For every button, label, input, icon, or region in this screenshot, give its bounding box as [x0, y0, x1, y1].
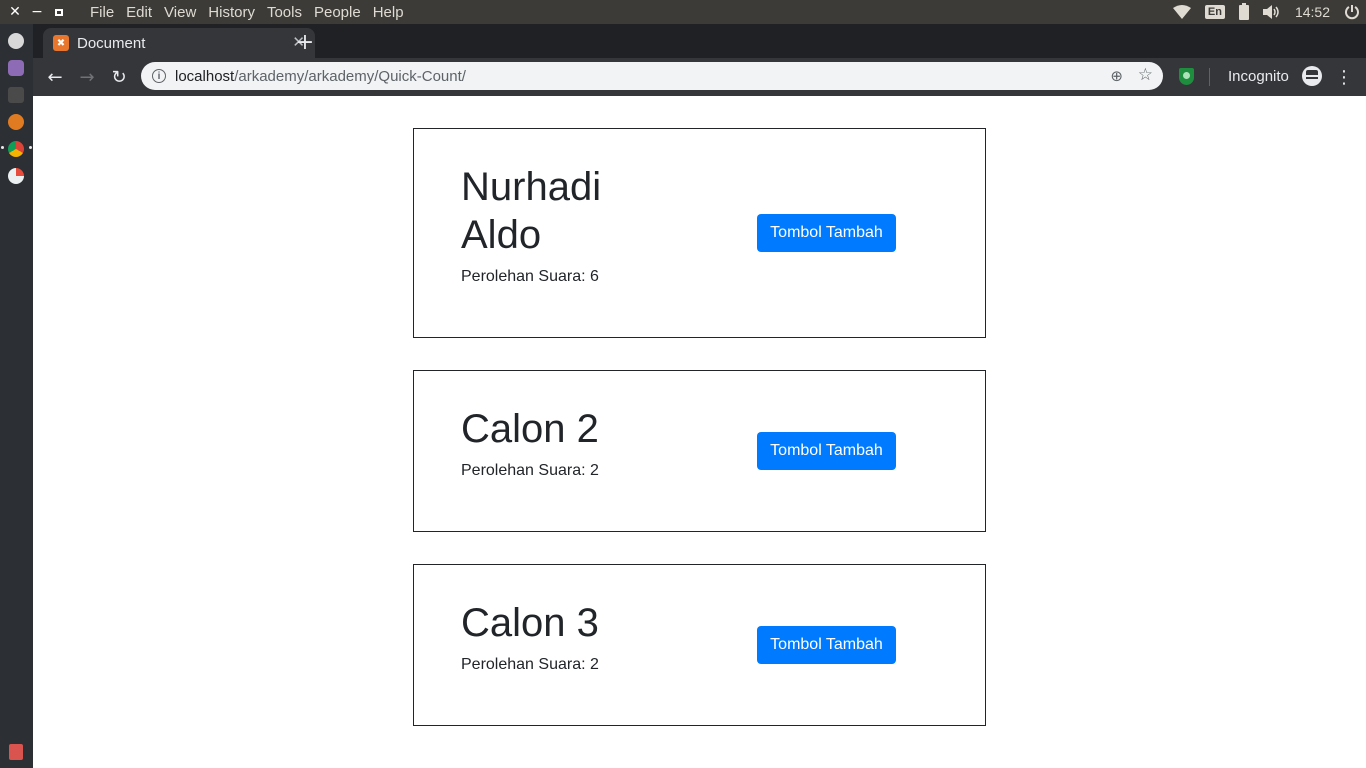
- reload-icon[interactable]: ↻: [107, 65, 131, 89]
- forward-arrow-icon[interactable]: →: [75, 65, 99, 89]
- settings-app-icon[interactable]: [8, 33, 24, 49]
- sublime-app-icon[interactable]: [8, 114, 24, 130]
- page-content: Nurhadi Aldo Perolehan Suara: 6 Tombol T…: [33, 96, 1366, 768]
- add-vote-button[interactable]: Tombol Tambah: [757, 626, 896, 664]
- window-minimize-icon[interactable]: −: [26, 0, 48, 24]
- launcher-sidebar: [0, 24, 33, 768]
- add-vote-button[interactable]: Tombol Tambah: [757, 214, 896, 252]
- app-menu: File Edit View History Tools People Help: [90, 4, 416, 21]
- new-tab-icon[interactable]: +: [291, 28, 319, 56]
- vote-count: Perolehan Suara: 6: [461, 268, 599, 285]
- os-menubar: ✕ − File Edit View History Tools People …: [0, 0, 1366, 24]
- menu-tools[interactable]: Tools: [267, 4, 302, 21]
- power-icon[interactable]: [1344, 4, 1360, 20]
- menu-file[interactable]: File: [90, 4, 114, 21]
- window-close-icon[interactable]: ✕: [4, 0, 26, 24]
- system-tray: En 14:52: [1172, 0, 1366, 24]
- disk-usage-app-icon[interactable]: [8, 168, 24, 184]
- candidate-card-2: Calon 2 Perolehan Suara: 2 Tombol Tambah: [413, 370, 986, 532]
- menu-help[interactable]: Help: [373, 4, 404, 21]
- menu-people[interactable]: People: [314, 4, 361, 21]
- trash-icon[interactable]: [9, 744, 23, 760]
- add-vote-button[interactable]: Tombol Tambah: [757, 432, 896, 470]
- kebab-menu-icon[interactable]: ⋮: [1335, 66, 1353, 88]
- shield-icon[interactable]: [1179, 68, 1194, 85]
- menu-history[interactable]: History: [208, 4, 255, 21]
- back-arrow-icon[interactable]: ←: [43, 65, 67, 89]
- zoom-icon[interactable]: ⊕: [1110, 67, 1123, 85]
- xampp-favicon-icon: ✖: [53, 35, 69, 51]
- vote-count: Perolehan Suara: 2: [461, 462, 599, 479]
- menu-edit[interactable]: Edit: [126, 4, 152, 21]
- address-bar[interactable]: i localhost/arkademy/arkademy/Quick-Coun…: [141, 62, 1163, 90]
- tab-strip: ✖ Document ✕ +: [33, 24, 1366, 58]
- incognito-label: Incognito: [1228, 68, 1289, 85]
- terminal-app-icon[interactable]: [8, 87, 24, 103]
- incognito-icon[interactable]: [1302, 66, 1322, 86]
- toolbar-divider: [1209, 68, 1210, 86]
- wifi-icon[interactable]: [1172, 5, 1191, 19]
- keyboard-language[interactable]: En: [1204, 5, 1225, 19]
- window-maximize-icon[interactable]: [48, 0, 70, 24]
- candidate-name: Calon 3: [461, 601, 599, 645]
- candidate-name: Calon 2: [461, 407, 599, 451]
- tab-document[interactable]: ✖ Document ✕: [43, 28, 315, 58]
- star-icon[interactable]: ☆: [1138, 65, 1153, 85]
- tab-title: Document: [77, 34, 146, 52]
- info-icon[interactable]: i: [152, 69, 166, 83]
- launcher-running-indicator: [1, 146, 4, 149]
- candidate-name: Nurhadi Aldo: [461, 165, 602, 257]
- launcher-focus-indicator: [29, 146, 32, 149]
- menu-view[interactable]: View: [164, 4, 196, 21]
- candidate-card-3: Calon 3 Perolehan Suara: 2 Tombol Tambah: [413, 564, 986, 726]
- vote-count: Perolehan Suara: 2: [461, 656, 599, 673]
- battery-icon[interactable]: [1238, 2, 1249, 20]
- chrome-app-icon[interactable]: [8, 141, 24, 157]
- browser-toolbar: ← → ↻ i localhost/arkademy/arkademy/Quic…: [33, 58, 1366, 96]
- volume-icon[interactable]: [1262, 5, 1281, 19]
- files-app-icon[interactable]: [8, 60, 24, 76]
- candidate-card-1: Nurhadi Aldo Perolehan Suara: 6 Tombol T…: [413, 128, 986, 338]
- clock[interactable]: 14:52: [1295, 4, 1330, 20]
- url-text[interactable]: localhost/arkademy/arkademy/Quick-Count/: [175, 68, 466, 85]
